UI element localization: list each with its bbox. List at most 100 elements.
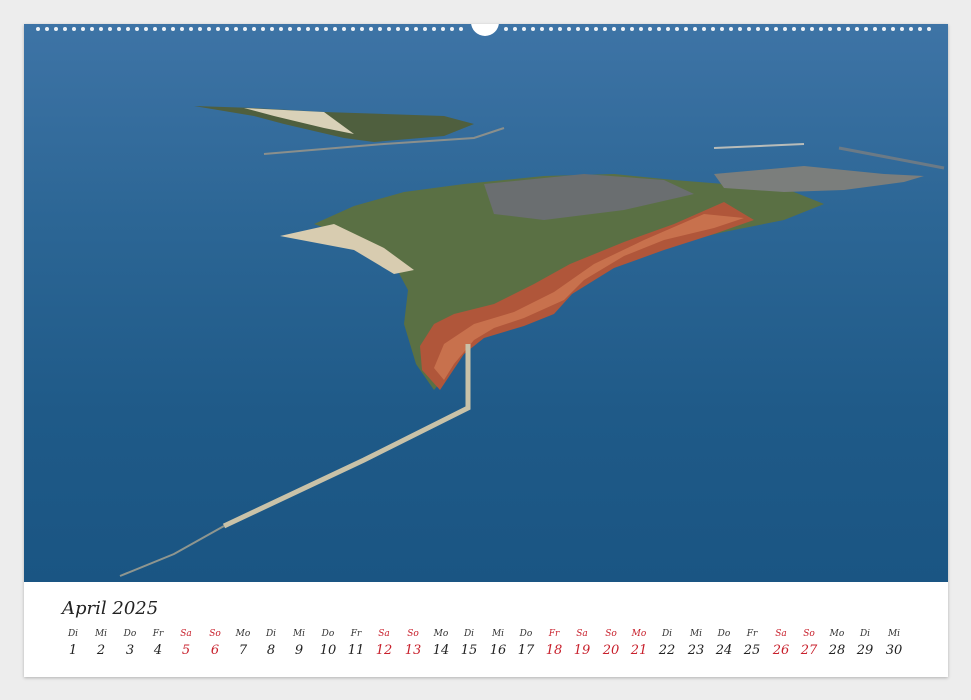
binding-hole: [540, 27, 544, 31]
day-cell: Mi 2: [87, 629, 115, 658]
binding-hole: [432, 27, 436, 31]
binding-hole: [117, 27, 121, 31]
day-cell: Do 17: [512, 629, 540, 658]
day-number: 25: [743, 643, 761, 658]
binding-hole: [207, 27, 211, 31]
day-number: 26: [772, 643, 790, 658]
binding-hole: [675, 27, 679, 31]
weekday-label: Di: [67, 629, 79, 639]
binding-hole: [360, 27, 364, 31]
day-cell: Fr 4: [144, 629, 172, 658]
day-cell: So 13: [399, 629, 427, 658]
day-number: 24: [715, 643, 733, 658]
binding-hole: [783, 27, 787, 31]
binding-hole: [846, 27, 850, 31]
day-cell: Mo 7: [229, 629, 257, 658]
day-cell: Fr 25: [738, 629, 766, 658]
binding-hole: [729, 27, 733, 31]
day-cell: Mo 14: [427, 629, 455, 658]
calendar-strip: April 2025 Di 1 Mi 2 Do 3 Fr 4 Sa 5 So 6 Mo 7 Di 8 Mi 9 Do…: [24, 582, 948, 677]
day-cell: So 6: [201, 629, 229, 658]
day-number: 20: [602, 643, 620, 658]
binding-hole: [882, 27, 886, 31]
day-cell: Do 3: [116, 629, 144, 658]
weekday-label: Mi: [689, 629, 703, 639]
day-number: 5: [181, 643, 191, 658]
day-number: 28: [828, 643, 846, 658]
day-number: 14: [432, 643, 450, 658]
harbour-mole-east: [838, 146, 945, 170]
day-cell: Mi 23: [682, 629, 710, 658]
binding-hole: [864, 27, 868, 31]
binding-hole: [216, 27, 220, 31]
binding-hole: [324, 27, 328, 31]
day-number: 10: [319, 643, 337, 658]
binding-hole: [684, 27, 688, 31]
month-label: April 2025: [62, 598, 159, 619]
day-number: 7: [238, 643, 248, 658]
binding-hole: [36, 27, 40, 31]
binding-hole: [459, 27, 463, 31]
day-cell: Sa 12: [370, 629, 398, 658]
binding-hole: [891, 27, 895, 31]
binding-hole: [279, 27, 283, 31]
binding-hole: [378, 27, 382, 31]
breakwater-tail: [119, 525, 225, 577]
binding-hole: [450, 27, 454, 31]
day-cell: Sa 5: [172, 629, 200, 658]
weekday-label: Do: [123, 629, 137, 639]
day-number: 27: [800, 643, 818, 658]
day-number: 29: [856, 643, 874, 658]
weekday-label: Mo: [433, 629, 449, 639]
binding-hole: [621, 27, 625, 31]
weekday-label: Di: [859, 629, 871, 639]
binding-hole: [351, 27, 355, 31]
weekday-label: Fr: [548, 629, 560, 639]
day-number: 12: [375, 643, 393, 658]
day-cell: Mi 16: [484, 629, 512, 658]
day-number: 22: [658, 643, 676, 658]
day-cell: Di 22: [653, 629, 681, 658]
binding-hole: [171, 27, 175, 31]
day-number: 13: [404, 643, 422, 658]
binding-hole: [144, 27, 148, 31]
weekday-label: Mi: [292, 629, 306, 639]
binding-hole: [918, 27, 922, 31]
binding-hole: [828, 27, 832, 31]
binding-hole: [252, 27, 256, 31]
weekday-label: So: [209, 629, 221, 639]
binding-hole: [612, 27, 616, 31]
harbour: [714, 166, 924, 192]
day-cell: Di 1: [59, 629, 87, 658]
binding-hole: [738, 27, 742, 31]
weekday-label: Sa: [180, 629, 192, 639]
binding-hole: [549, 27, 553, 31]
day-cell: Do 24: [710, 629, 738, 658]
binding-hole: [423, 27, 427, 31]
binding-hole: [639, 27, 643, 31]
binding-hole: [315, 27, 319, 31]
day-cell: Di 29: [851, 629, 879, 658]
day-cell: Fr 11: [342, 629, 370, 658]
day-number: 2: [96, 643, 106, 658]
day-number: 21: [630, 643, 648, 658]
day-number: 19: [573, 643, 591, 658]
binding-hole: [81, 27, 85, 31]
binding-hole: [900, 27, 904, 31]
binding-hole: [702, 27, 706, 31]
binding-hole: [756, 27, 760, 31]
day-number: 6: [210, 643, 220, 658]
binding-hole: [567, 27, 571, 31]
binding-hole: [162, 27, 166, 31]
weekday-label: Sa: [775, 629, 787, 639]
weekday-label: Mi: [491, 629, 505, 639]
binding-hole: [225, 27, 229, 31]
binding-hole: [927, 27, 931, 31]
binding-hole: [261, 27, 265, 31]
binding-hole: [135, 27, 139, 31]
binding-hole: [288, 27, 292, 31]
binding-hole: [180, 27, 184, 31]
weekday-label: Sa: [378, 629, 390, 639]
binding-hole: [585, 27, 589, 31]
day-cell: Fr 18: [540, 629, 568, 658]
